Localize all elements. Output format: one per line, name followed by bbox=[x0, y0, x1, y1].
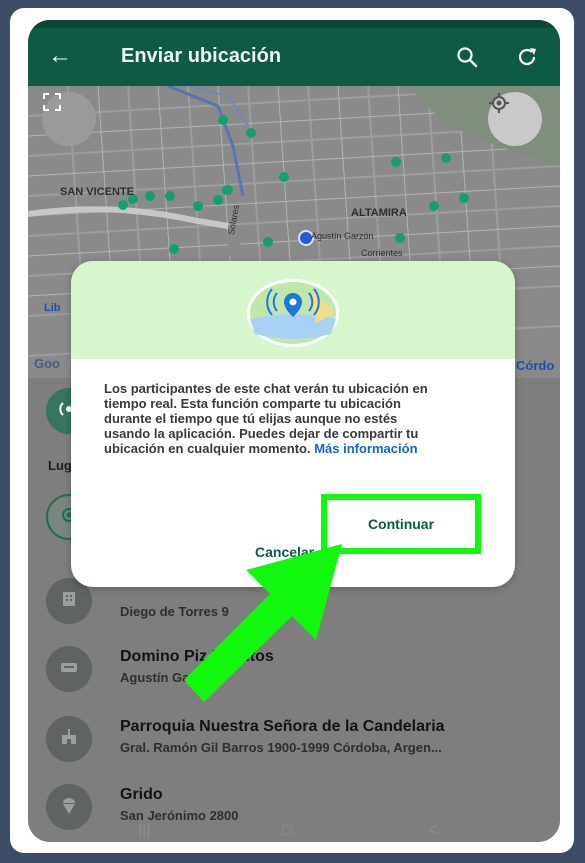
search-icon[interactable] bbox=[456, 46, 478, 73]
list-item-title[interactable]: Grido bbox=[120, 786, 163, 804]
church-icon bbox=[59, 728, 79, 751]
status-bar bbox=[28, 20, 560, 28]
fullscreen-button[interactable] bbox=[42, 92, 96, 146]
nav-recents-icon[interactable]: ||| bbox=[138, 822, 150, 840]
dialog-message: Los participantes de este chat verán tu … bbox=[104, 381, 434, 456]
my-location-button[interactable] bbox=[488, 92, 542, 146]
nav-home-icon[interactable]: □ bbox=[282, 822, 292, 840]
more-info-link[interactable]: Más información bbox=[314, 441, 417, 456]
map-label-lib: Lib bbox=[44, 302, 61, 314]
dialog-header bbox=[71, 261, 515, 359]
map-label-agustin-garzon: Agustín Garzón bbox=[311, 231, 374, 241]
nav-back-icon[interactable]: < bbox=[428, 822, 437, 840]
list-item-icon-ice-cream[interactable] bbox=[46, 784, 92, 830]
live-location-pin-icon bbox=[246, 279, 340, 352]
list-item-icon-food[interactable] bbox=[46, 646, 92, 692]
google-logo: Goo bbox=[34, 356, 60, 371]
page-title: Enviar ubicación bbox=[121, 45, 282, 67]
section-label: Lug bbox=[48, 458, 72, 473]
map-label-corrientes: Corrientes bbox=[361, 248, 403, 258]
ice-cream-icon bbox=[61, 795, 77, 820]
list-item-icon-church[interactable] bbox=[46, 716, 92, 762]
list-item-subtitle: San Jerónimo 2800 bbox=[120, 808, 239, 823]
map-label-san-vicente: SAN VICENTE bbox=[60, 186, 134, 198]
map-label-altamira: ALTAMIRA bbox=[351, 207, 407, 219]
food-icon bbox=[59, 659, 79, 680]
list-item-subtitle: Gral. Ramón Gil Barros 1900-1999 Córdoba… bbox=[120, 740, 442, 755]
phone-screen: ← Enviar ubicación SAN VICENTE ALTAMIRA … bbox=[28, 20, 560, 842]
list-item-title[interactable]: Parroquia Nuestra Señora de la Candelari… bbox=[120, 718, 445, 736]
app-bar: ← Enviar ubicación bbox=[28, 20, 560, 86]
map-label-cordoba: Córdo bbox=[516, 358, 555, 373]
annotation-arrow-icon bbox=[150, 530, 350, 715]
arrow-left-icon[interactable]: ← bbox=[48, 44, 72, 68]
building-icon bbox=[60, 590, 78, 613]
refresh-icon[interactable] bbox=[516, 46, 538, 73]
